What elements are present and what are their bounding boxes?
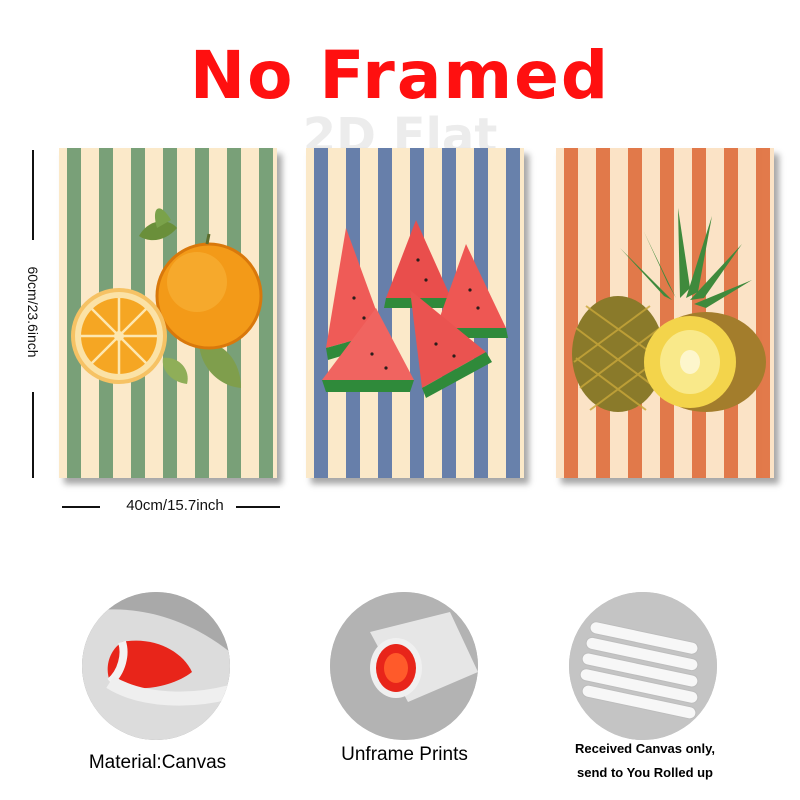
caption-unframe: Unframe Prints bbox=[341, 744, 468, 765]
height-dimension-line-top bbox=[32, 150, 34, 240]
poster-orange bbox=[59, 148, 277, 478]
orange-artwork bbox=[59, 148, 277, 478]
rolled-canvas-illustration bbox=[330, 592, 478, 740]
height-dimension-line-bottom bbox=[32, 392, 34, 478]
rolled-tubes-illustration bbox=[569, 592, 717, 740]
caption-received-line2: send to You Rolled up bbox=[576, 765, 714, 780]
height-dimension-label: 60cm/23.6inch bbox=[25, 266, 41, 358]
canvas-material-photo bbox=[82, 592, 230, 740]
poster-watermelon bbox=[306, 148, 524, 478]
rolled-canvas-photo bbox=[569, 592, 717, 740]
watermelon-artwork bbox=[306, 148, 524, 478]
width-dimension-label: 40cm/15.7inch bbox=[126, 497, 224, 514]
unframed-print-photo bbox=[330, 592, 478, 740]
height-dimension: 60cm/23.6inch bbox=[19, 266, 47, 357]
width-dimension-line-left bbox=[62, 506, 100, 508]
headline: No Framed bbox=[189, 37, 611, 114]
canvas-curl-illustration bbox=[82, 592, 230, 740]
caption-material: Material:Canvas bbox=[88, 752, 227, 773]
pineapple-artwork bbox=[556, 148, 774, 478]
caption-received-line1: Received Canvas only, bbox=[575, 741, 715, 756]
poster-pineapple bbox=[556, 148, 774, 478]
